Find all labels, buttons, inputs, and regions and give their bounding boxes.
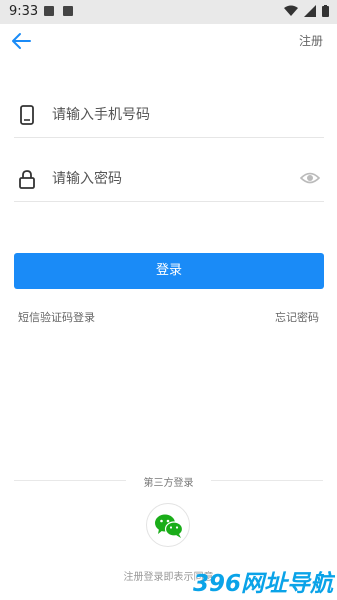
site-watermark: 396网址导航 [193,570,335,597]
register-link[interactable]: 注册 [299,32,323,49]
third-party-login-title: 第三方登录 [143,478,194,489]
back-arrow-icon [12,33,31,49]
status-time: 9:33 [9,4,39,19]
sms-login-link[interactable]: 短信验证码登录 [18,309,95,325]
wechat-icon [155,514,184,538]
watermark-text: 396网址导航 [193,570,335,597]
phone-icon [20,105,34,125]
back-button[interactable] [10,30,34,52]
forgot-password-link[interactable]: 忘记密码 [275,309,319,325]
phone-input[interactable] [52,104,282,126]
password-field [14,156,324,202]
lock-icon [19,170,35,189]
wechat-login-button[interactable] [146,503,190,547]
show-password-eye-icon[interactable] [300,170,320,186]
signal-icon [304,5,316,17]
top-bar: 注册 [0,24,337,58]
battery-icon [322,5,329,17]
notification-icons [44,6,73,16]
password-input[interactable] [52,168,282,190]
system-icons [284,5,329,17]
wifi-icon [284,5,298,16]
phone-field [14,92,324,138]
status-bar: 9:33 [0,0,337,24]
image-notification-icon [44,6,54,16]
app-notification-icon [63,6,73,16]
login-button[interactable]: 登录 [14,253,324,289]
